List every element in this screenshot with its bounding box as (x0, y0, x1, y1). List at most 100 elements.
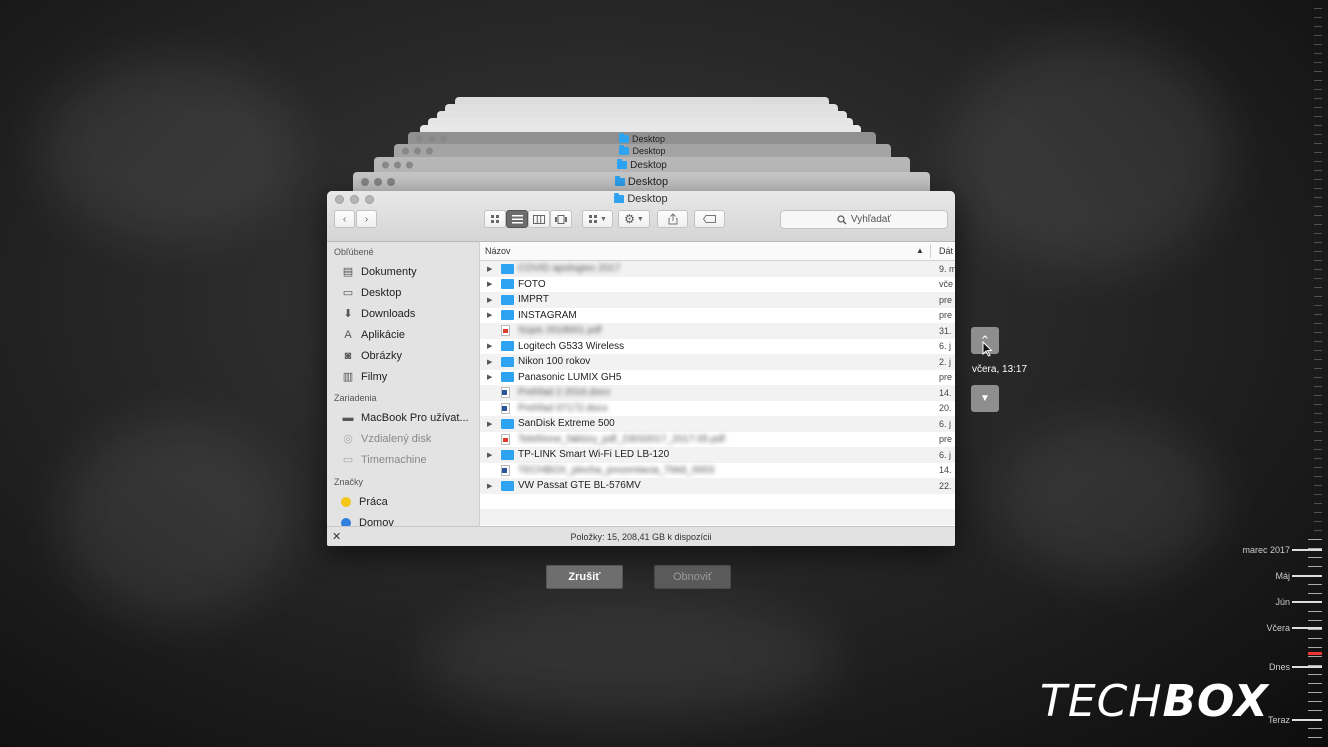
file-row[interactable]: ▶ FOTO vče (480, 277, 955, 293)
folder-icon (501, 418, 514, 429)
timeline-tick (1308, 656, 1322, 657)
column-header-name[interactable]: Názov (485, 246, 511, 256)
search-field[interactable]: Vyhľadať (780, 210, 948, 229)
film-icon: ▥ (342, 371, 354, 383)
disclosure-triangle-icon[interactable]: ▶ (487, 311, 493, 319)
forward-button[interactable]: › (356, 210, 377, 228)
disclosure-triangle-icon[interactable]: ▶ (487, 420, 493, 428)
folder-icon (501, 279, 514, 290)
folder-icon (501, 480, 514, 491)
file-row[interactable]: ▶ TP-LINK Smart Wi-Fi LED LB-120 6. j (480, 447, 955, 463)
newer-snapshot-button[interactable]: ▼ (971, 385, 999, 412)
file-name: COVID apologies 2017 (518, 263, 621, 275)
laptop-icon: ▬ (342, 411, 354, 424)
file-row[interactable]: ▶ Nikon 100 rokov 2. j (480, 354, 955, 370)
column-view-button[interactable] (528, 210, 550, 228)
file-row[interactable]: ▶ VW Passat GTE BL-576MV 22. (480, 478, 955, 494)
file-row[interactable]: ▶ COVID apologies 2017 9. m (480, 261, 955, 277)
timeline-tick (1308, 638, 1322, 639)
sidebar-item-tag-praca[interactable]: Práca (327, 491, 479, 512)
timeline-tick (1314, 80, 1322, 81)
tags-button[interactable] (694, 210, 725, 228)
disclosure-triangle-icon[interactable]: ▶ (487, 482, 493, 490)
disclosure-triangle-icon[interactable]: ▶ (487, 358, 493, 366)
timeline-label[interactable]: Teraz (1268, 715, 1290, 725)
share-button[interactable] (657, 210, 688, 228)
arrange-button[interactable]: ▼ (582, 210, 613, 228)
timeline-tick (1314, 530, 1322, 531)
sidebar: Obľúbené ▤ Dokumenty ▭ Desktop ⬇ Downloa… (327, 242, 480, 527)
file-row[interactable]: TECHBOX_plocha_prezentacia_TMdi_0003 14. (480, 463, 955, 479)
timeline-tick (1314, 521, 1322, 522)
timeline-tick (1314, 422, 1322, 423)
timeline-tick (1314, 377, 1322, 378)
restore-button[interactable]: Obnoviť (654, 565, 731, 589)
sidebar-item-macbook[interactable]: ▬ MacBook Pro užívat... (327, 407, 479, 428)
disclosure-triangle-icon[interactable]: ▶ (487, 265, 493, 273)
timeline-tick (1308, 584, 1322, 585)
file-date: pre (939, 294, 953, 305)
sidebar-item-dokumenty[interactable]: ▤ Dokumenty (327, 261, 479, 282)
timeline-label[interactable]: Včera (1266, 623, 1290, 633)
file-row[interactable]: Telefónne_faktúry_pdf_23032017_2017.05.p… (480, 432, 955, 448)
column-header-date[interactable]: Dát (939, 246, 953, 256)
sidebar-item-desktop[interactable]: ▭ Desktop (327, 282, 479, 303)
timeline-label[interactable]: Jún (1275, 597, 1290, 607)
column-header: Názov ▲ Dát (480, 242, 955, 261)
file-name: Logitech G533 Wireless (518, 340, 625, 352)
file-row[interactable]: ▶ INSTAGRAM pre (480, 308, 955, 324)
action-button[interactable]: ⚙ ▼ (618, 210, 650, 228)
status-bar: ✕ Položky: 15, 208,41 GB k dispozícii (327, 526, 955, 546)
timeline-tick (1308, 701, 1322, 702)
timeline-tick (1314, 134, 1322, 135)
file-row[interactable]: ▶ Logitech G533 Wireless 6. j (480, 339, 955, 355)
close-status-icon[interactable]: ✕ (332, 530, 341, 543)
file-row[interactable]: Prehľad 07172.docx 20. (480, 401, 955, 417)
sidebar-item-obrazky[interactable]: ◙ Obrázky (327, 345, 479, 366)
file-row[interactable]: Súpis 2018001.pdf 31. (480, 323, 955, 339)
sidebar-item-aplikacie[interactable]: A Aplikácie (327, 324, 479, 345)
gallery-view-button[interactable] (550, 210, 572, 228)
timeline-tick (1314, 278, 1322, 279)
sidebar-item-timemachine[interactable]: ▭ Timemachine (327, 449, 479, 470)
timeline-label[interactable]: Máj (1275, 571, 1290, 581)
timeline-tick (1308, 737, 1322, 738)
disclosure-triangle-icon[interactable]: ▶ (487, 280, 493, 288)
timeline-tick (1314, 161, 1322, 162)
icon-view-button[interactable] (484, 210, 506, 228)
sidebar-item-filmy[interactable]: ▥ Filmy (327, 366, 479, 387)
cancel-button[interactable]: Zrušiť (546, 565, 623, 589)
file-row[interactable]: ▶ Panasonic LUMIX GH5 pre (480, 370, 955, 386)
timeline-tick (1314, 170, 1322, 171)
disclosure-triangle-icon[interactable]: ▶ (487, 296, 493, 304)
file-row[interactable]: ▶ IMPRT pre (480, 292, 955, 308)
folder-icon (614, 176, 625, 186)
file-date: pre (939, 434, 953, 445)
timeline-label[interactable]: marec 2017 (1242, 545, 1290, 555)
back-button[interactable]: ‹ (334, 210, 355, 228)
timeline-major-tick (1292, 666, 1322, 668)
sidebar-item-remote-disc[interactable]: ◎ Vzdialený disk (327, 428, 479, 449)
disclosure-triangle-icon[interactable]: ▶ (487, 342, 493, 350)
file-name: IMPRT (518, 294, 549, 306)
file-date: 14. (939, 387, 952, 398)
disclosure-triangle-icon[interactable]: ▶ (487, 451, 493, 459)
time-machine-timeline[interactable] (1290, 0, 1328, 747)
sidebar-header-favorites: Obľúbené (334, 247, 374, 257)
list-view-button[interactable] (506, 210, 528, 228)
file-row[interactable]: Prehľad 2 2016.docx 14. (480, 385, 955, 401)
gallery-view-icon (555, 214, 567, 224)
timeline-tick (1314, 287, 1322, 288)
disclosure-triangle-icon[interactable]: ▶ (487, 373, 493, 381)
sidebar-item-downloads[interactable]: ⬇ Downloads (327, 303, 479, 324)
mouse-cursor-icon (982, 340, 993, 362)
sidebar-header-tags: Značky (334, 477, 364, 487)
file-date: 9. m (939, 263, 955, 274)
timeline-tick (1314, 269, 1322, 270)
list-view-icon (511, 214, 523, 223)
word-document-icon (501, 464, 510, 476)
sidebar-item-tag-domov[interactable]: Domov (327, 512, 479, 527)
timeline-current-marker (1308, 652, 1322, 655)
file-row[interactable]: ▶ SanDisk Extreme 500 6. j (480, 416, 955, 432)
timeline-label[interactable]: Dnes (1269, 662, 1290, 672)
